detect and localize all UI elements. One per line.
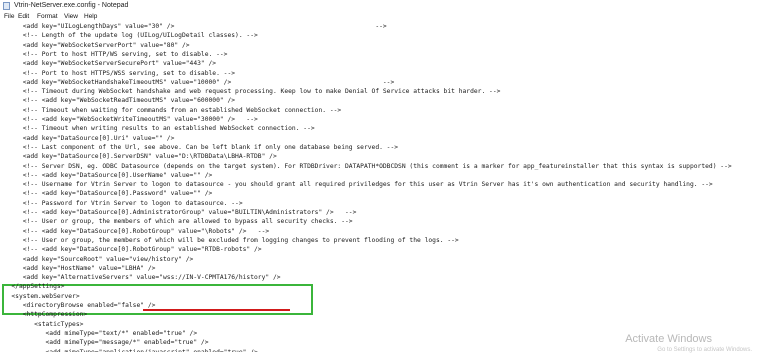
menu-file[interactable]: File <box>4 13 14 20</box>
activate-windows-title: Activate Windows <box>625 333 712 345</box>
activate-windows-subtitle: Go to Settings to activate Windows. <box>657 347 752 353</box>
menu-view[interactable]: View <box>64 13 78 20</box>
window-title: Vtrin-NetServer.exe.config - Notepad <box>14 2 129 9</box>
menu-bar: File Edit Format View Help <box>0 13 780 23</box>
code-line: <add mimeType="application/javascript" e… <box>0 348 258 353</box>
underline-annotation <box>143 309 290 311</box>
text-editor[interactable]: <add key="UILogLengthDays" value="30" />… <box>0 23 780 352</box>
notepad-icon <box>3 2 10 10</box>
menu-edit[interactable]: Edit <box>18 13 29 20</box>
menu-format[interactable]: Format <box>37 13 58 20</box>
menu-help[interactable]: Help <box>84 13 97 20</box>
title-bar: Vtrin-NetServer.exe.config - Notepad <box>0 0 780 13</box>
